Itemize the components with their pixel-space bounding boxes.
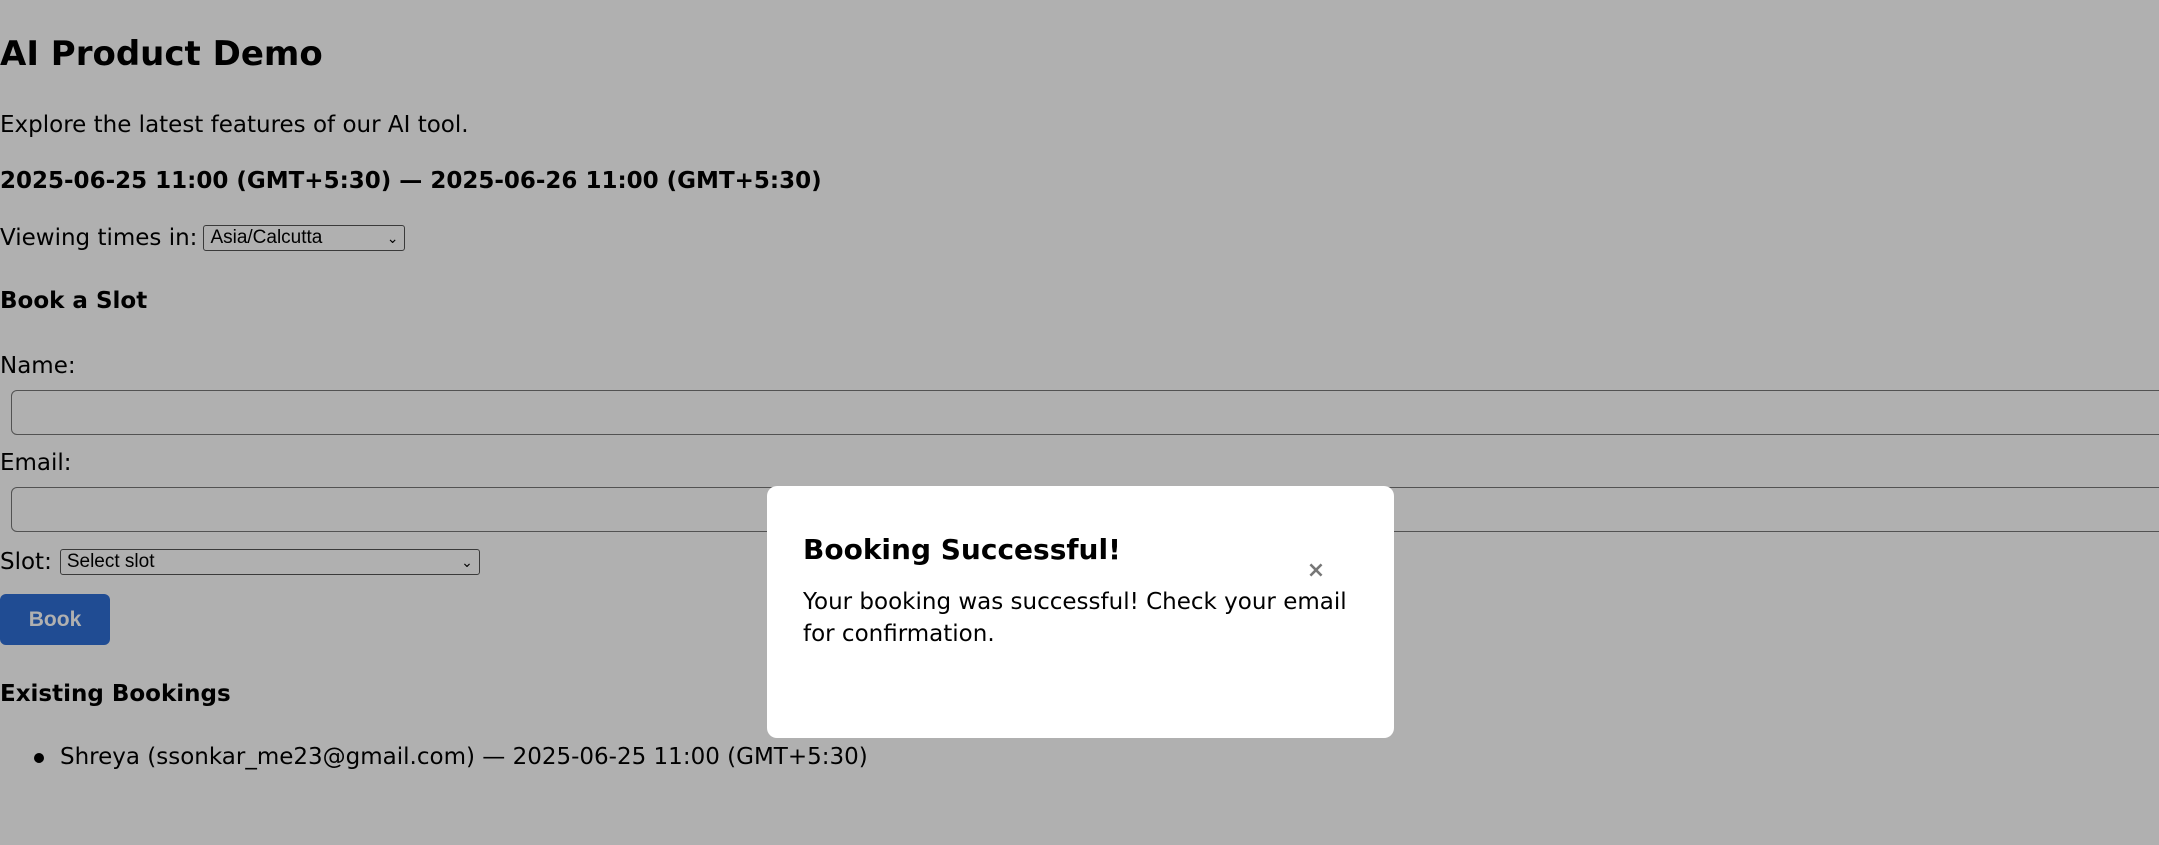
success-modal: Booking Successful! × Your booking was s… [767, 486, 1394, 738]
modal-title: Booking Successful! [803, 533, 1121, 566]
close-icon[interactable]: × [1302, 556, 1330, 584]
modal-message: Your booking was successful! Check your … [803, 589, 1347, 647]
